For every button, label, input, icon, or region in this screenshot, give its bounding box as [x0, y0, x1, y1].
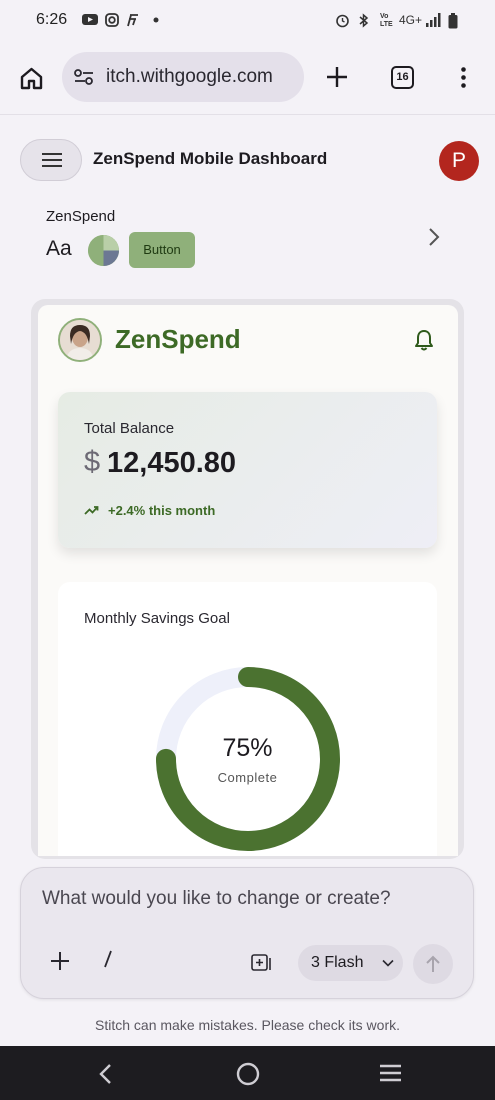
page-title: ZenSpend Mobile Dashboard	[93, 149, 328, 168]
savings-status: Complete	[217, 770, 278, 785]
add-attachment-icon[interactable]	[50, 948, 70, 976]
more-notifications-dot-icon	[153, 13, 159, 28]
balance-amount: 12,450.80	[107, 447, 237, 479]
home-nav-icon[interactable]	[236, 1062, 260, 1091]
status-bar: 6:26 Vo LTE 4G+	[0, 0, 495, 42]
app-header: ZenSpend Mobile Dashboard P	[0, 114, 495, 204]
prompt-box: What would you like to change or create?…	[20, 867, 474, 999]
account-avatar[interactable]: P	[439, 141, 479, 181]
trending-up-icon	[84, 503, 99, 521]
arrow-up-icon	[426, 955, 440, 972]
menu-icon-bar	[42, 153, 62, 155]
menu-button[interactable]	[20, 139, 82, 181]
chevron-right-icon[interactable]	[428, 227, 440, 253]
balance-label: Total Balance	[84, 420, 175, 437]
tab-switcher-button[interactable]: 16	[391, 66, 414, 89]
alarm-icon	[335, 13, 350, 28]
recents-icon[interactable]	[379, 1064, 402, 1087]
savings-percent: 75%	[222, 734, 273, 762]
browser-toolbar: itch.withgoogle.com 16	[0, 42, 495, 114]
address-bar[interactable]: itch.withgoogle.com	[62, 52, 304, 102]
signal-icon	[425, 13, 441, 28]
bluetooth-icon	[358, 13, 369, 28]
network-type: 4G+	[399, 13, 423, 27]
browser-menu-icon[interactable]	[461, 67, 466, 93]
url-text[interactable]: itch.withgoogle.com	[106, 66, 273, 88]
add-screen-icon[interactable]	[251, 953, 272, 977]
savings-label: Monthly Savings Goal	[84, 610, 230, 627]
prompt-input[interactable]: What would you like to change or create?	[42, 888, 391, 910]
design-preview-screen[interactable]: ZenSpend Total Balance $ 12,450.80 +2.4%…	[38, 305, 458, 856]
home-icon[interactable]	[19, 66, 44, 95]
menu-icon-bar	[42, 165, 62, 167]
send-button[interactable]	[413, 944, 453, 984]
back-icon[interactable]	[98, 1063, 112, 1090]
volte-icon: Vo LTE	[380, 13, 393, 28]
site-settings-icon[interactable]	[74, 69, 94, 90]
youtube-icon	[82, 13, 98, 28]
system-nav-bar	[0, 1046, 495, 1100]
total-balance-card: Total Balance $ 12,450.80 +2.4% this mon…	[58, 392, 437, 548]
disclaimer-text: Stitch can make mistakes. Please check i…	[95, 1017, 400, 1033]
profile-avatar-icon[interactable]	[58, 318, 102, 362]
balance-trend: +2.4% this month	[108, 503, 216, 518]
status-time: 6:26	[36, 11, 68, 28]
instagram-icon	[105, 13, 119, 28]
balance-currency: $	[84, 446, 101, 478]
theme-button-sample: Button	[129, 232, 195, 268]
color-palette-swatch-icon	[88, 235, 119, 266]
preview-app-name: ZenSpend	[115, 324, 241, 354]
theme-name: ZenSpend	[46, 208, 116, 225]
menu-icon-bar	[42, 159, 62, 161]
slash-command-icon[interactable]	[103, 950, 113, 974]
savings-goal-card: Monthly Savings Goal 75% Complete	[58, 582, 437, 856]
font-sample: Aa	[46, 237, 72, 260]
notification-bell-icon[interactable]	[414, 329, 434, 356]
model-name: 3 Flash	[311, 954, 364, 971]
new-tab-icon[interactable]	[326, 66, 348, 93]
battery-icon	[448, 13, 458, 29]
app-notification-icon	[127, 13, 139, 28]
model-selector[interactable]: 3 Flash	[298, 945, 403, 981]
chevron-down-icon	[382, 945, 394, 981]
